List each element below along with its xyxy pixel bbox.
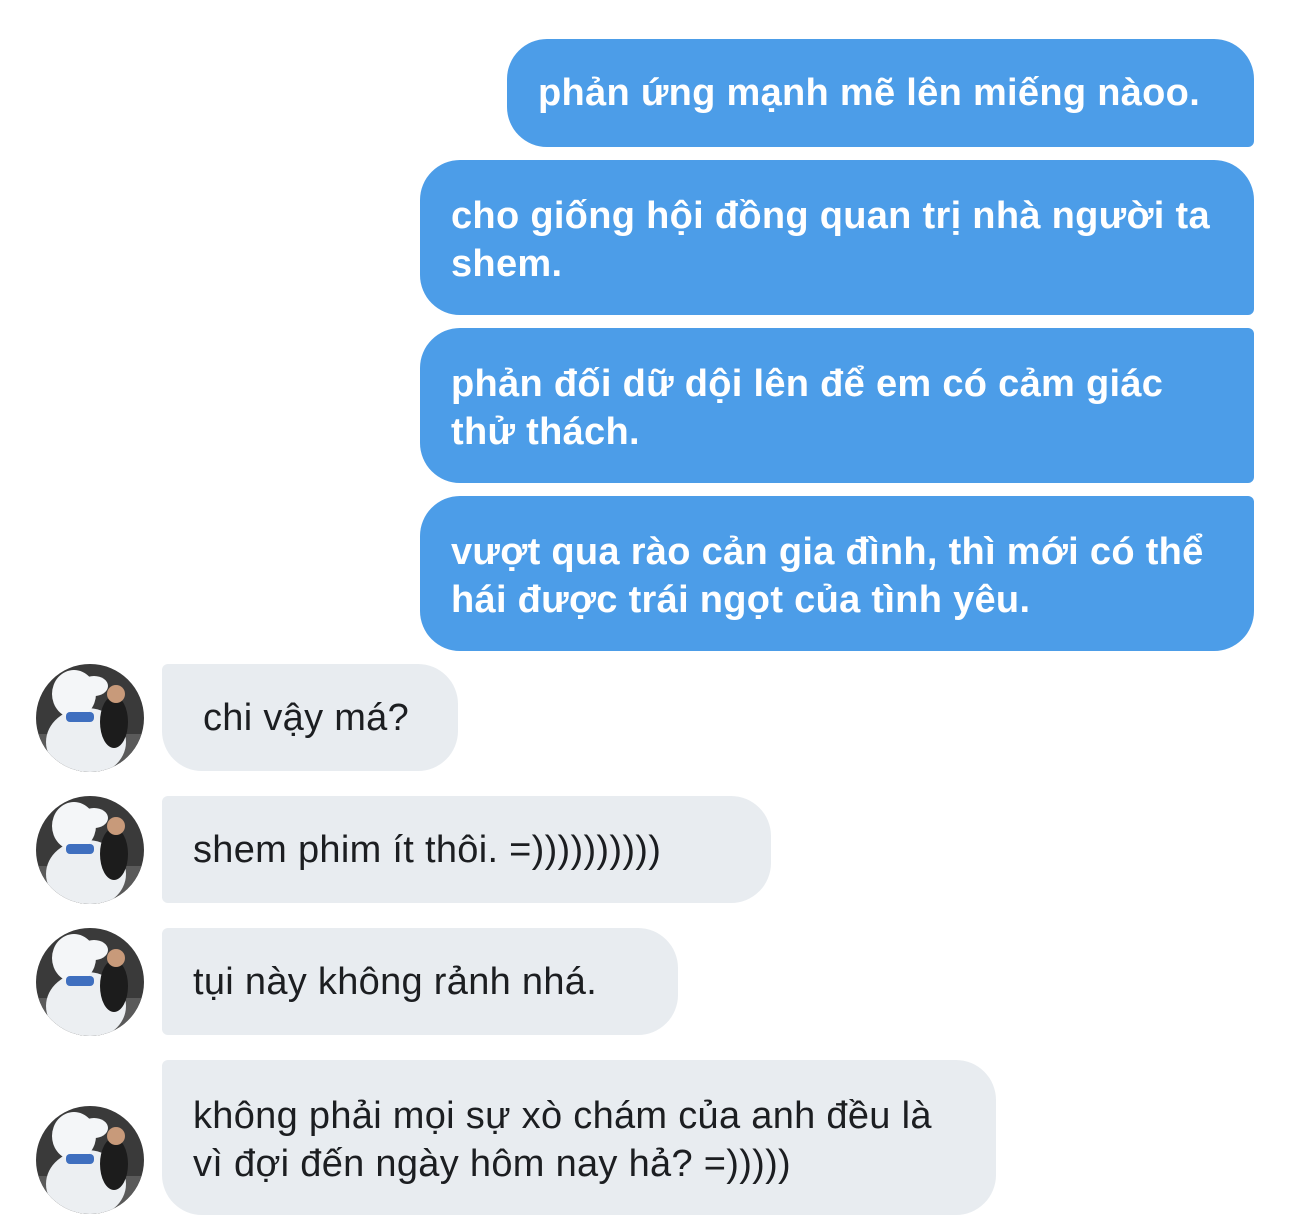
message-bubble-incoming[interactable]: tụi này không rảnh nhá.	[162, 928, 678, 1035]
message-bubble-outgoing[interactable]: phản ứng mạnh mẽ lên miếng nàoo.	[507, 39, 1254, 147]
message-bubble-incoming[interactable]: không phải mọi sự xò chám của anh đều là…	[162, 1060, 996, 1215]
message-bubble-incoming[interactable]: chi vậy má?	[162, 664, 458, 771]
avatar[interactable]	[36, 928, 144, 1036]
message-bubble-outgoing[interactable]: phản đối dữ dội lên để em có cảm giác th…	[420, 328, 1254, 483]
avatar[interactable]	[36, 1106, 144, 1214]
avatar[interactable]	[36, 796, 144, 904]
message-bubble-incoming[interactable]: shem phim ít thôi. =))))))))))	[162, 796, 771, 903]
message-bubble-outgoing[interactable]: cho giống hội đồng quan trị nhà người ta…	[420, 160, 1254, 315]
avatar-photo-icon	[36, 928, 144, 1036]
message-bubble-outgoing[interactable]: vượt qua rào cản gia đình, thì mới có th…	[420, 496, 1254, 651]
avatar-photo-icon	[36, 664, 144, 772]
avatar-photo-icon	[36, 796, 144, 904]
avatar-photo-icon	[36, 1106, 144, 1214]
avatar[interactable]	[36, 664, 144, 772]
